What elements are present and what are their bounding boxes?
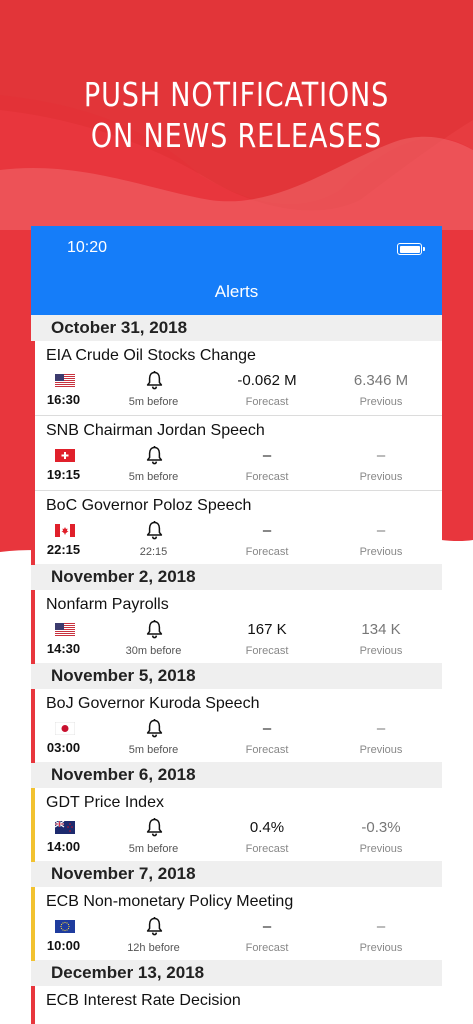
- event-time: 19:15: [46, 467, 81, 482]
- event-name: BoC Governor Poloz Speech: [46, 497, 252, 514]
- forecast-value: –: [262, 918, 272, 935]
- bell-icon[interactable]: [146, 520, 163, 540]
- event-time: 03:00: [46, 740, 81, 755]
- event-time: 16:30: [46, 392, 81, 407]
- event-name: ECB Interest Rate Decision: [46, 992, 241, 1009]
- forecast-value: –: [262, 522, 272, 539]
- forecast-label: Forecast: [245, 546, 289, 558]
- bell-icon[interactable]: [146, 916, 163, 936]
- event-time: 22:15: [46, 542, 81, 557]
- bell-icon[interactable]: [146, 370, 163, 390]
- battery-icon: [397, 243, 425, 255]
- previous-value: 134 K: [361, 621, 401, 638]
- event-name: Nonfarm Payrolls: [46, 596, 169, 613]
- alert-offset: 5m before: [128, 843, 179, 855]
- previous-value: –: [376, 918, 386, 935]
- date-header: November 2, 2018: [31, 564, 442, 590]
- headline-line-2: ON NEWS RELEASES: [90, 116, 383, 155]
- flag-nz-icon: [54, 820, 75, 834]
- date-header: November 7, 2018: [31, 861, 442, 887]
- promo-headline: PUSH NOTIFICATIONS ON NEWS RELEASES: [43, 74, 431, 156]
- event-row[interactable]: EIA Crude Oil Stocks Change 16:30 5m befor…: [31, 341, 442, 416]
- bell-icon[interactable]: [146, 817, 163, 837]
- event-row[interactable]: Nonfarm Payrolls 14:30 30m before 167 K Fore…: [31, 590, 442, 664]
- previous-value: –: [376, 720, 386, 737]
- alert-offset: 5m before: [128, 471, 179, 483]
- forecast-label: Forecast: [245, 744, 289, 756]
- previous-label: Previous: [359, 546, 403, 558]
- previous-label: Previous: [359, 843, 403, 855]
- event-row[interactable]: ECB Interest Rate Decision: [31, 986, 442, 1024]
- alert-offset: 12h before: [127, 942, 180, 954]
- flag-eu-icon: [55, 920, 75, 933]
- event-row[interactable]: BoC Governor Poloz Speech 22:15 22:15 – Fore…: [31, 491, 442, 565]
- event-row[interactable]: GDT Price Index 14:00 5m before 0.4% Forecas…: [31, 788, 442, 862]
- date-header: December 13, 2018: [31, 960, 442, 986]
- forecast-value: 0.4%: [249, 819, 285, 836]
- date-header: November 6, 2018: [31, 762, 442, 788]
- previous-label: Previous: [359, 645, 403, 657]
- event-name: GDT Price Index: [46, 794, 164, 811]
- previous-label: Previous: [359, 744, 403, 756]
- event-name: EIA Crude Oil Stocks Change: [46, 347, 256, 364]
- event-time: 14:00: [46, 839, 81, 854]
- app-bar: 10:20 Alerts: [31, 226, 442, 315]
- event-name: ECB Non-monetary Policy Meeting: [46, 893, 294, 910]
- event-row[interactable]: SNB Chairman Jordan Speech 19:15 5m before…: [31, 416, 442, 491]
- event-time: 10:00: [46, 938, 81, 953]
- previous-value: –: [376, 522, 386, 539]
- flag-ca-icon: [55, 524, 75, 537]
- previous-value: –: [376, 447, 386, 464]
- bell-icon[interactable]: [146, 718, 163, 738]
- alert-offset: 30m before: [125, 645, 182, 657]
- alert-offset: 5m before: [128, 744, 179, 756]
- previous-value: 6.346 M: [353, 372, 409, 389]
- forecast-value: 167 K: [247, 621, 287, 638]
- forecast-label: Forecast: [245, 942, 289, 954]
- alerts-list[interactable]: October 31, 2018 EIA Crude Oil Stocks Cha…: [31, 315, 442, 1024]
- forecast-label: Forecast: [245, 843, 289, 855]
- flag-us-icon: [55, 374, 75, 387]
- previous-label: Previous: [359, 396, 403, 408]
- forecast-label: Forecast: [245, 396, 289, 408]
- date-header: October 31, 2018: [31, 315, 442, 341]
- status-time: 10:20: [67, 239, 108, 256]
- flag-jp-icon: [54, 721, 76, 736]
- bell-icon[interactable]: [146, 619, 163, 639]
- event-time: 14:30: [46, 641, 81, 656]
- event-name: SNB Chairman Jordan Speech: [46, 422, 265, 439]
- bell-icon[interactable]: [146, 445, 163, 465]
- forecast-value: –: [262, 447, 272, 464]
- date-header: November 5, 2018: [31, 663, 442, 689]
- event-row[interactable]: ECB Non-monetary Policy Meeting 10:00 12h …: [31, 887, 442, 961]
- flag-us-icon: [55, 623, 75, 636]
- importance-bar: [31, 986, 35, 1024]
- forecast-label: Forecast: [245, 471, 289, 483]
- nav-title: Alerts: [214, 282, 259, 301]
- forecast-value: –: [262, 720, 272, 737]
- forecast-label: Forecast: [245, 645, 289, 657]
- event-name: BoJ Governor Kuroda Speech: [46, 695, 260, 712]
- phone-screen: 10:20 Alerts October 31, 2018 EIA Crude O…: [31, 226, 442, 1024]
- alert-offset: 5m before: [128, 396, 179, 408]
- event-row[interactable]: BoJ Governor Kuroda Speech 03:00 5m before…: [31, 689, 442, 763]
- previous-label: Previous: [359, 471, 403, 483]
- alert-offset: 22:15: [139, 546, 168, 558]
- previous-value: -0.3%: [361, 819, 401, 836]
- headline-line-1: PUSH NOTIFICATIONS: [83, 75, 390, 114]
- previous-label: Previous: [359, 942, 403, 954]
- forecast-value: -0.062 M: [237, 372, 297, 389]
- flag-ch-icon: [55, 449, 75, 462]
